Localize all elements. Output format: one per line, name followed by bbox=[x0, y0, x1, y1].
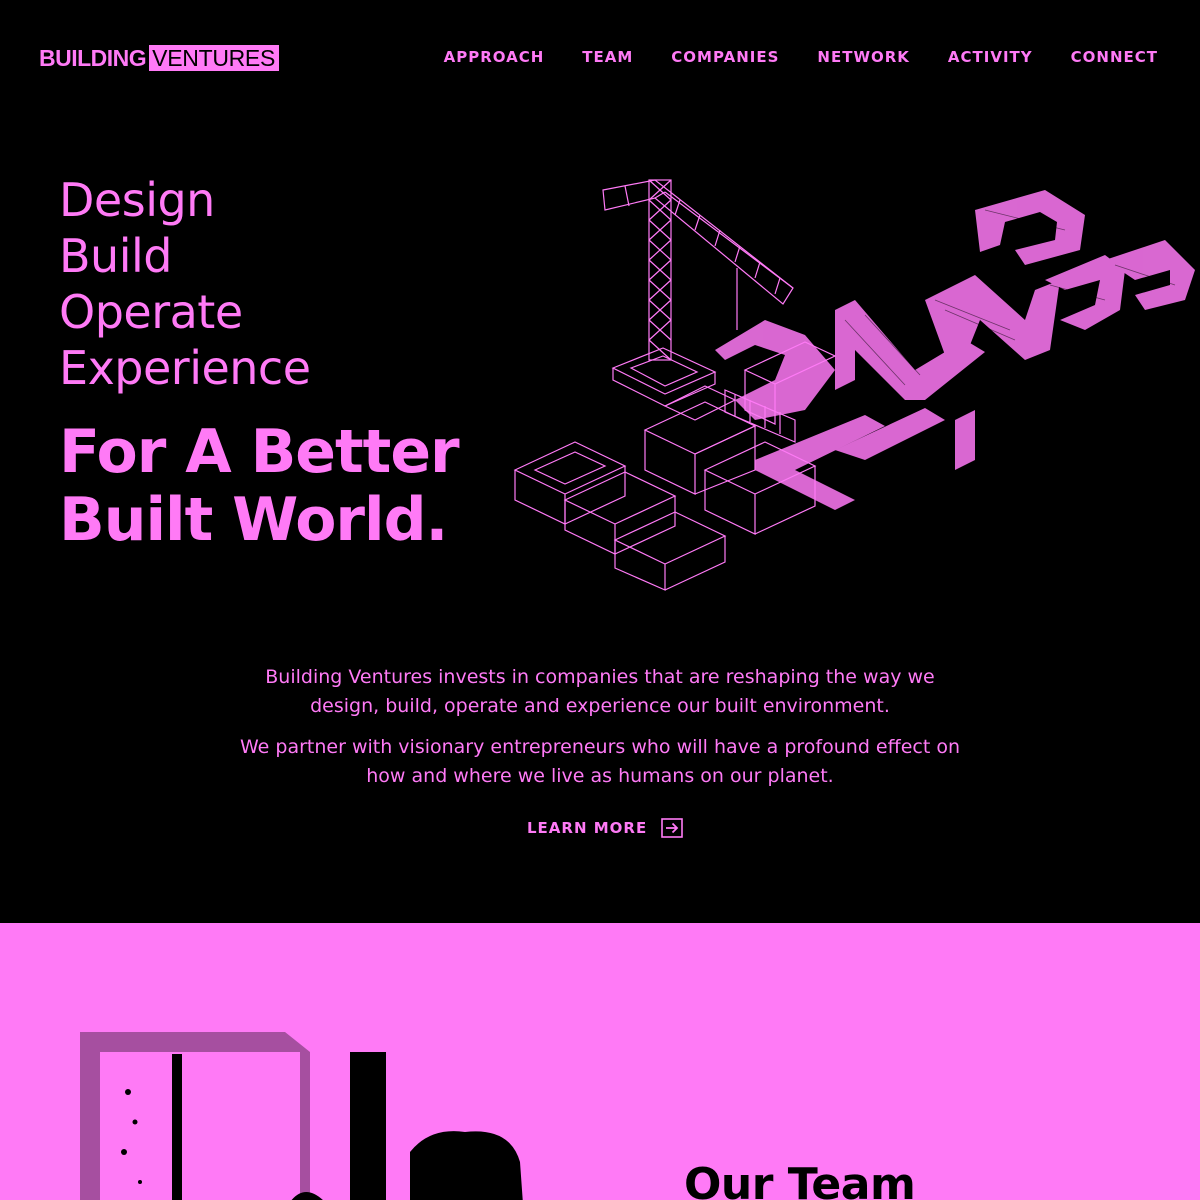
hero-word-operate: Operate bbox=[59, 285, 243, 339]
logo[interactable]: BUILDING VENTURES bbox=[39, 45, 280, 71]
nav-item-team[interactable]: TEAM bbox=[582, 48, 633, 66]
main-nav: APPROACH TEAM COMPANIES NETWORK ACTIVITY… bbox=[444, 48, 1158, 66]
intro-paragraph-2: We partner with visionary entrepreneurs … bbox=[240, 736, 960, 787]
hero-tagline: For A Better Built World. bbox=[59, 417, 460, 555]
nav-item-connect[interactable]: CONNECT bbox=[1071, 48, 1158, 66]
hero-tagline-line2: Built World. bbox=[59, 485, 448, 555]
hero-word-build: Build bbox=[59, 229, 172, 283]
nav-item-network[interactable]: NETWORK bbox=[817, 48, 910, 66]
site-header: BUILDING VENTURES APPROACH TEAM COMPANIE… bbox=[0, 0, 1200, 115]
intro-section: Building Ventures invests in companies t… bbox=[230, 663, 970, 791]
isometric-crane-lettering-icon bbox=[513, 179, 1195, 591]
learn-more-link[interactable]: LEARN MORE bbox=[527, 818, 684, 838]
hero-word-experience: Experience bbox=[59, 341, 311, 395]
learn-more-label: LEARN MORE bbox=[527, 819, 648, 837]
team-photo bbox=[80, 1032, 523, 1200]
hero-word-list: Design Build Operate Experience bbox=[59, 172, 311, 396]
hero-word-design: Design bbox=[59, 173, 215, 227]
logo-bold-text: BUILDING bbox=[39, 45, 147, 71]
team-section: Our Team bbox=[0, 923, 1200, 1200]
hero-tagline-line1: For A Better bbox=[59, 417, 460, 487]
logo-boxed-text: VENTURES bbox=[149, 45, 280, 71]
nav-item-approach[interactable]: APPROACH bbox=[444, 48, 545, 66]
nav-item-activity[interactable]: ACTIVITY bbox=[948, 48, 1033, 66]
arrow-right-icon bbox=[661, 818, 684, 838]
team-title: Our Team bbox=[684, 1159, 916, 1200]
intro-paragraph-1: Building Ventures invests in companies t… bbox=[265, 666, 935, 717]
nav-item-companies[interactable]: COMPANIES bbox=[671, 48, 779, 66]
